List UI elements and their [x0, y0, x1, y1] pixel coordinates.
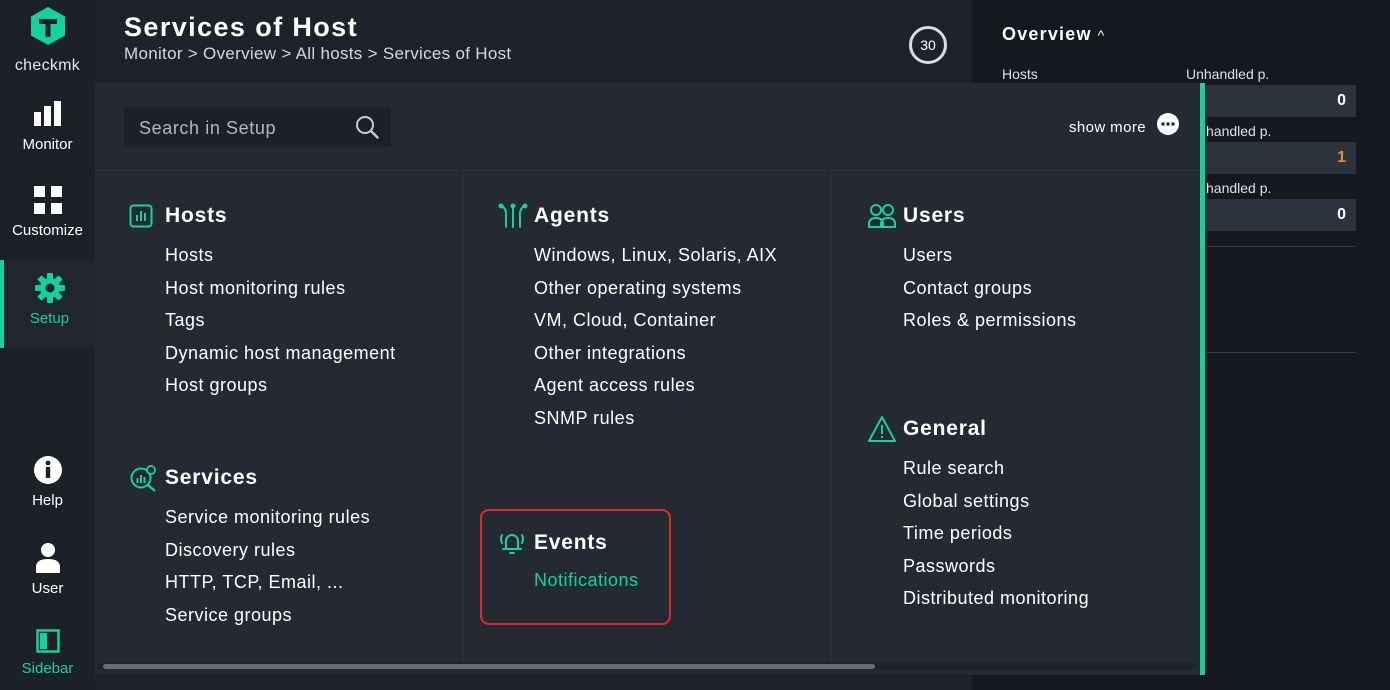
- menu-item-windows-linux-solaris-aix[interactable]: Windows, Linux, Solaris, AIX: [534, 239, 777, 272]
- menu-item-discovery-rules[interactable]: Discovery rules: [165, 534, 370, 567]
- topic-general: General Rule search Global settings Time…: [868, 414, 1089, 615]
- nav-help[interactable]: Help: [0, 454, 95, 509]
- column-divider: [463, 171, 464, 661]
- menu-item-hosts[interactable]: Hosts: [165, 239, 396, 272]
- menu-item-rule-search[interactable]: Rule search: [903, 452, 1089, 485]
- menu-item-host-monitoring-rules[interactable]: Host monitoring rules: [165, 272, 396, 305]
- menu-item-time-periods[interactable]: Time periods: [903, 517, 1089, 550]
- divider: [1206, 352, 1356, 353]
- setup-menu-top: Search in Setup show more: [95, 83, 1200, 171]
- checkmk-logo-icon: [30, 7, 65, 45]
- hosts-icon: [129, 204, 153, 228]
- topic-events-title: Events: [534, 531, 608, 554]
- menu-item-agent-access-rules[interactable]: Agent access rules: [534, 369, 777, 402]
- nav-sidebar-label: Sidebar: [21, 660, 74, 677]
- page-header: Services of Host Monitor > Overview > Al…: [95, 0, 972, 83]
- overview-row2-label: handled p.: [1206, 123, 1272, 139]
- overview-value-1[interactable]: 0: [1206, 85, 1356, 117]
- nav-sidebar-toggle[interactable]: Sidebar: [0, 628, 95, 677]
- menu-item-passwords[interactable]: Passwords: [903, 550, 1089, 583]
- page-title: Services of Host: [124, 12, 358, 42]
- users-icon: [868, 204, 896, 228]
- overview-unhandled-label: Unhandled p.: [1186, 66, 1270, 82]
- overview-snapin-header[interactable]: Overview ^: [1002, 24, 1105, 45]
- search-placeholder: Search in Setup: [139, 118, 277, 138]
- checkmk-app: checkmk Monitor Customize Setup Help Use…: [0, 0, 1390, 690]
- overview-value-2[interactable]: 1: [1206, 142, 1356, 174]
- gear-icon: [34, 273, 65, 303]
- nav-customize-label: Customize: [12, 222, 83, 239]
- show-more-link[interactable]: show more: [1069, 119, 1146, 136]
- grid-icon: [33, 186, 62, 214]
- menu-item-contact-groups[interactable]: Contact groups: [903, 272, 1077, 305]
- nav-monitor[interactable]: Monitor: [0, 98, 95, 153]
- menu-item-http-tcp-email[interactable]: HTTP, TCP, Email, ...: [165, 566, 370, 599]
- scrollbar-thumb[interactable]: [103, 664, 875, 669]
- menu-item-service-groups[interactable]: Service groups: [165, 599, 370, 632]
- overview-hosts-label: Hosts: [1002, 66, 1038, 82]
- topic-services-title: Services: [165, 466, 258, 489]
- topic-events: Events Notifications: [500, 528, 639, 597]
- logo-text: checkmk: [14, 57, 81, 74]
- menu-item-other-integrations[interactable]: Other integrations: [534, 337, 777, 370]
- topic-general-title: General: [903, 417, 987, 440]
- topic-agents: Agents Windows, Linux, Solaris, AIX Othe…: [498, 201, 777, 435]
- menu-item-other-operating-systems[interactable]: Other operating systems: [534, 272, 777, 305]
- breadcrumb[interactable]: Monitor > Overview > All hosts > Service…: [124, 44, 511, 64]
- checkmk-logo[interactable]: checkmk: [0, 6, 95, 75]
- topic-agents-title: Agents: [534, 204, 610, 227]
- topic-users: Users Users Contact groups Roles & permi…: [868, 201, 1077, 337]
- topic-hosts: Hosts Hosts Host monitoring rules Tags D…: [129, 201, 396, 402]
- setup-search-input[interactable]: Search in Setup: [124, 107, 391, 147]
- reload-timer[interactable]: 30: [909, 26, 947, 64]
- menu-item-snmp-rules[interactable]: SNMP rules: [534, 402, 777, 435]
- setup-menu: Search in Setup show more Hosts Hosts Ho…: [95, 83, 1205, 675]
- sidebar-panel-icon: [35, 629, 60, 653]
- nav-setup-label: Setup: [29, 310, 70, 327]
- menu-item-service-monitoring-rules[interactable]: Service monitoring rules: [165, 501, 370, 534]
- overview-value-3[interactable]: 0: [1206, 199, 1356, 231]
- divider: [1206, 246, 1356, 247]
- topic-services: Services Service monitoring rules Discov…: [130, 463, 370, 632]
- info-icon: [33, 456, 62, 484]
- menu-item-tags[interactable]: Tags: [165, 304, 396, 337]
- menu-item-users[interactable]: Users: [903, 239, 1077, 272]
- nav-setup[interactable]: Setup: [0, 260, 95, 348]
- chevron-up-icon: ^: [1097, 27, 1106, 43]
- bell-icon: [500, 534, 524, 554]
- nav-help-label: Help: [32, 492, 63, 509]
- overview-row3-label: handled p.: [1206, 180, 1272, 196]
- column-divider: [831, 171, 832, 661]
- reload-seconds: 30: [920, 37, 936, 53]
- menu-item-roles-permissions[interactable]: Roles & permissions: [903, 304, 1077, 337]
- horizontal-scrollbar[interactable]: [98, 663, 1195, 669]
- topic-users-title: Users: [903, 204, 966, 227]
- nav-monitor-label: Monitor: [22, 136, 73, 153]
- menu-item-host-groups[interactable]: Host groups: [165, 369, 396, 402]
- menu-item-notifications[interactable]: Notifications: [534, 564, 639, 597]
- menu-item-vm-cloud-container[interactable]: VM, Cloud, Container: [534, 304, 777, 337]
- bar-chart-icon: [33, 101, 61, 126]
- services-icon: [130, 465, 156, 492]
- agents-icon: [498, 203, 528, 228]
- menu-item-distributed-monitoring[interactable]: Distributed monitoring: [903, 582, 1089, 615]
- overview-title: Overview: [1002, 24, 1092, 44]
- user-icon: [35, 543, 60, 573]
- nav-user-label: User: [31, 580, 64, 597]
- menu-item-global-settings[interactable]: Global settings: [903, 485, 1089, 518]
- nav-user[interactable]: User: [0, 542, 95, 597]
- topic-hosts-title: Hosts: [165, 204, 228, 227]
- nav-customize[interactable]: Customize: [0, 184, 95, 239]
- warning-triangle-icon: [868, 416, 896, 442]
- menu-item-dynamic-host-management[interactable]: Dynamic host management: [165, 337, 396, 370]
- main-navigation: checkmk Monitor Customize Setup Help Use…: [0, 0, 95, 690]
- search-icon[interactable]: [355, 115, 379, 139]
- more-dots-icon[interactable]: [1157, 113, 1179, 135]
